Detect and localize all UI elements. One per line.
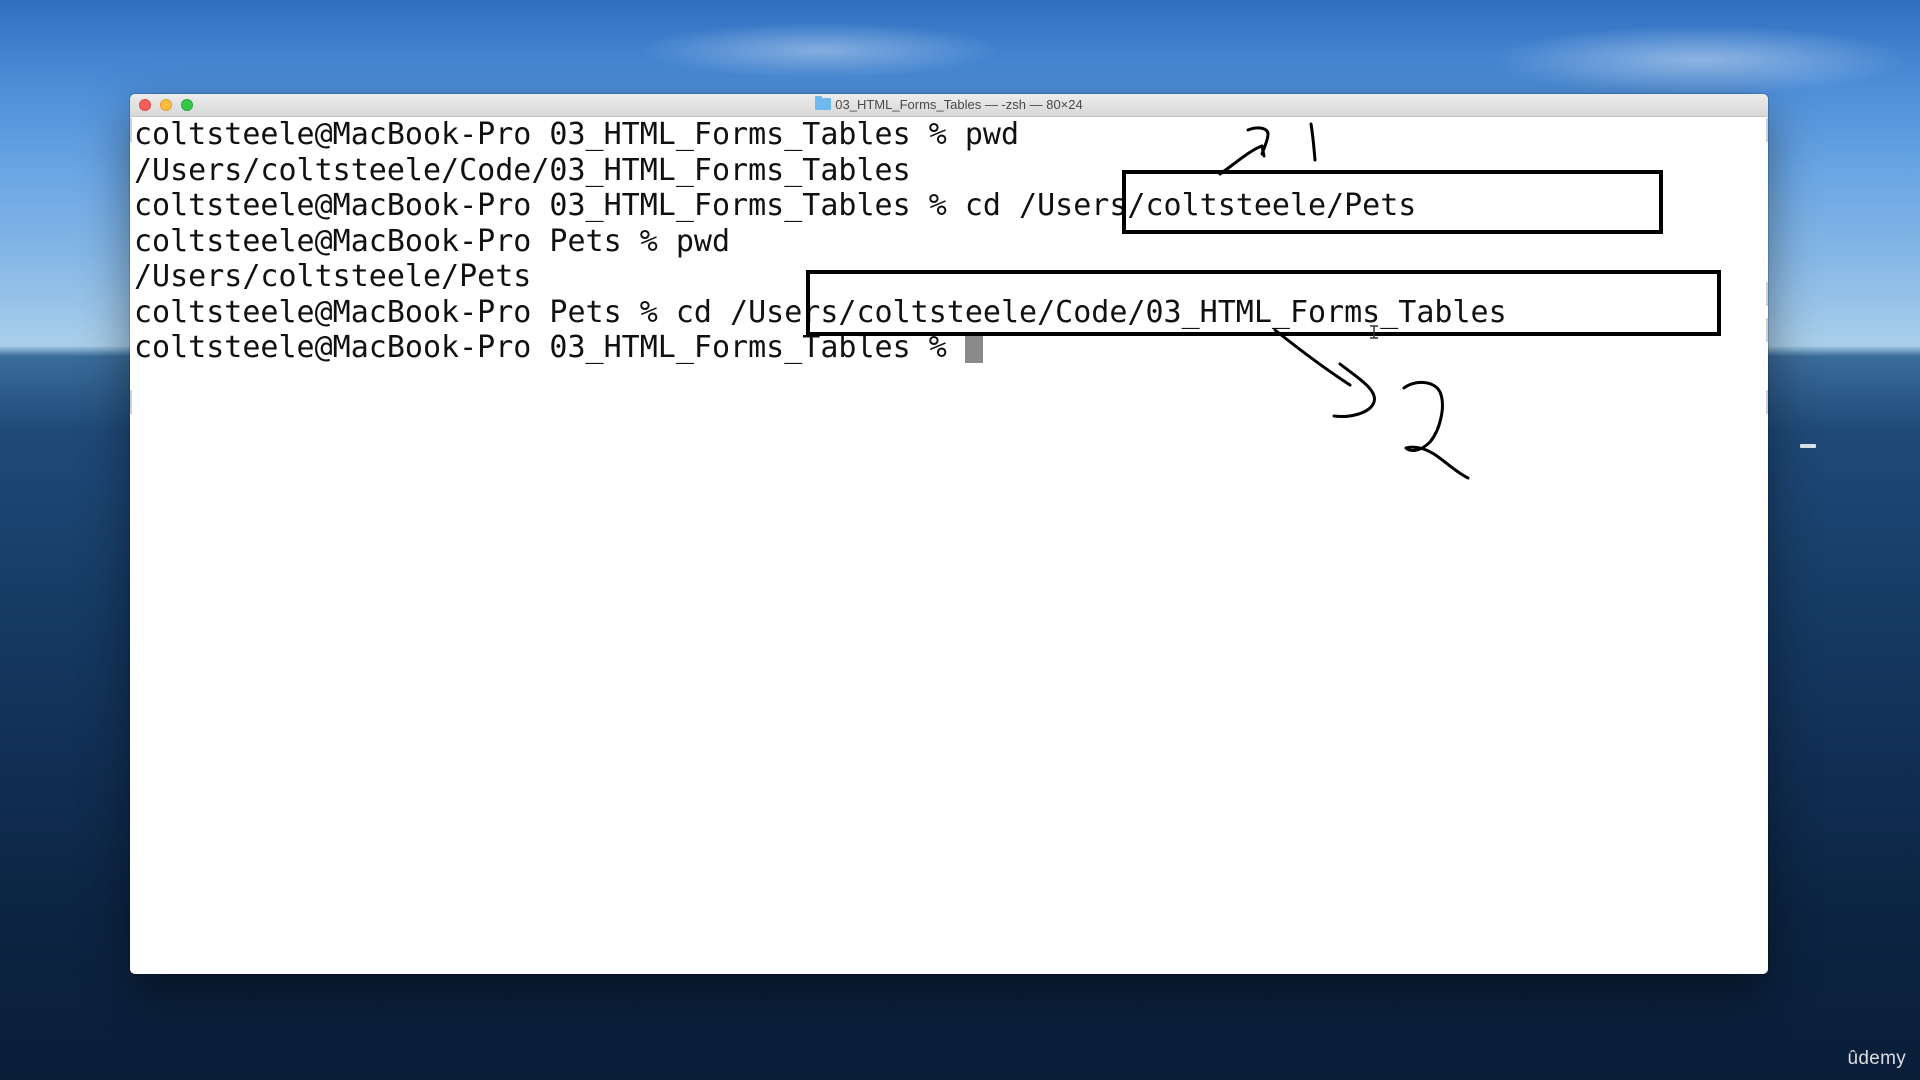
scroll-marker [1766,118,1768,142]
terminal-prompt-line[interactable]: coltsteele@MacBook-Pro 03_HTML_Forms_Tab… [134,330,1768,366]
terminal-line: coltsteele@MacBook-Pro 03_HTML_Forms_Tab… [134,117,1020,152]
window-title: 03_HTML_Forms_Tables — -zsh — 80×24 [130,94,1768,116]
text-cursor [964,332,983,363]
scroll-marker [130,390,132,414]
terminal-line: /Users/coltsteele/Code/03_HTML_Forms_Tab… [134,152,911,188]
terminal-line: coltsteele@MacBook-Pro Pets % pwd [134,223,731,259]
scroll-marker [1766,390,1768,414]
window-title-text: 03_HTML_Forms_Tables — -zsh — 80×24 [835,97,1083,112]
terminal-content[interactable]: coltsteele@MacBook-Pro 03_HTML_Forms_Tab… [134,116,1768,974]
terminal-line: coltsteele@MacBook-Pro Pets % cd /Users/… [134,294,1507,330]
scroll-marker [130,118,132,142]
title-bar[interactable]: 03_HTML_Forms_Tables — -zsh — 80×24 [130,94,1768,117]
scroll-marker [1766,318,1768,342]
scroll-marker [1766,282,1768,306]
terminal-window[interactable]: 03_HTML_Forms_Tables — -zsh — 80×24 colt… [130,94,1768,974]
terminal-line: /Users/coltsteele/Pets [134,259,532,294]
terminal-line: coltsteele@MacBook-Pro 03_HTML_Forms_Tab… [134,188,1417,223]
distant-ship [1800,444,1816,448]
folder-icon [815,96,832,110]
udemy-watermark: ûdemy [1847,1048,1906,1069]
